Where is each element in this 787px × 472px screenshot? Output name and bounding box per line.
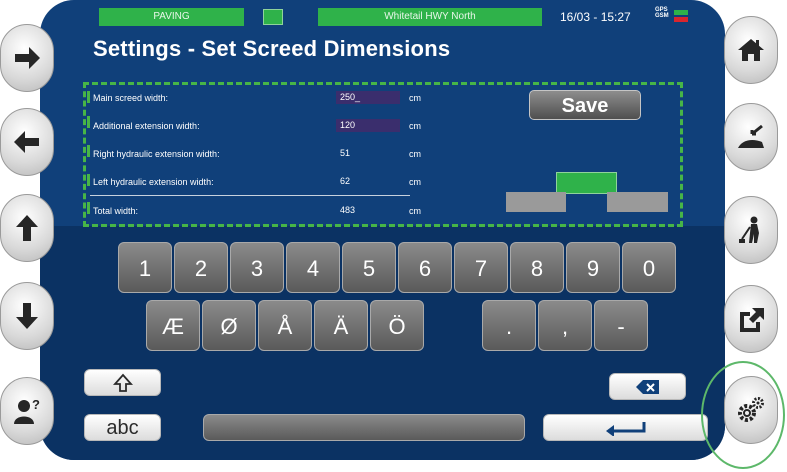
left-hydraulic-extension-label: Left hydraulic extension width: — [93, 177, 214, 187]
key-a-ring[interactable]: Å — [258, 300, 312, 351]
additional-extension-width-unit: cm — [409, 121, 421, 131]
main-screed-width-input[interactable]: 250_ — [336, 91, 400, 104]
screed-diagram — [506, 172, 668, 212]
key-a-umlaut[interactable]: Ä — [314, 300, 368, 351]
paving-button[interactable] — [724, 103, 778, 171]
save-button[interactable]: Save — [529, 90, 641, 120]
row-marker — [87, 91, 90, 103]
down-button[interactable] — [0, 282, 54, 350]
gps-gsm-label: GPS GSM — [655, 7, 669, 19]
left-hydraulic-extension-value[interactable]: 62 — [336, 175, 400, 188]
shift-icon — [112, 373, 133, 392]
key-7[interactable]: 7 — [454, 242, 508, 293]
total-separator — [90, 195, 410, 196]
main-screed-width-unit: cm — [409, 93, 421, 103]
arrow-right-icon — [15, 47, 40, 69]
space-key[interactable] — [203, 414, 525, 441]
key-9[interactable]: 9 — [566, 242, 620, 293]
arrow-left-icon — [14, 131, 39, 153]
key-4[interactable]: 4 — [286, 242, 340, 293]
key-2[interactable]: 2 — [174, 242, 228, 293]
enter-icon — [605, 422, 645, 437]
left-hydraulic-extension-unit: cm — [409, 177, 421, 187]
row-marker — [87, 116, 90, 128]
gsm-signal-indicator — [674, 17, 688, 22]
main-screed-width-label: Main screed width: — [93, 93, 169, 103]
svg-text:?: ? — [32, 397, 40, 412]
key-dash[interactable]: - — [594, 300, 648, 351]
total-width-value: 483 — [340, 205, 356, 215]
worker-button[interactable] — [724, 196, 778, 264]
row-marker — [87, 202, 90, 214]
row-marker — [87, 145, 90, 157]
key-5[interactable]: 5 — [342, 242, 396, 293]
home-button[interactable] — [724, 16, 778, 84]
backspace-key[interactable] — [609, 373, 686, 400]
connection-indicator — [263, 9, 283, 25]
export-icon — [740, 308, 764, 332]
right-extension-block — [607, 192, 668, 212]
road-name: Whitetail HWY North — [318, 8, 542, 26]
key-6[interactable]: 6 — [398, 242, 452, 293]
up-button[interactable] — [0, 194, 54, 262]
key-8[interactable]: 8 — [510, 242, 564, 293]
back-button[interactable] — [0, 108, 54, 176]
settings-highlight-circle — [701, 361, 785, 469]
additional-extension-width-label: Additional extension width: — [93, 121, 200, 131]
paving-icon — [738, 124, 764, 148]
shift-key[interactable] — [84, 369, 161, 396]
total-width-label: Total width: — [93, 206, 139, 216]
gsm-label: GSM — [655, 13, 669, 19]
key-3[interactable]: 3 — [230, 242, 284, 293]
key-comma[interactable]: , — [538, 300, 592, 351]
worker-icon — [739, 216, 759, 243]
key-ae[interactable]: Æ — [146, 300, 200, 351]
left-extension-block — [506, 192, 566, 212]
row-marker — [87, 174, 90, 186]
total-width-unit: cm — [409, 206, 421, 216]
key-o-umlaut[interactable]: Ö — [370, 300, 424, 351]
user-help-button[interactable]: ? — [0, 377, 54, 445]
mode-indicator: PAVING — [99, 8, 244, 26]
screen: PAVING Whitetail HWY North 16/03 - 15:27… — [0, 0, 787, 472]
key-o-slash[interactable]: Ø — [202, 300, 256, 351]
home-icon — [738, 39, 764, 61]
key-0[interactable]: 0 — [622, 242, 676, 293]
next-button[interactable] — [0, 24, 54, 92]
arrow-down-icon — [16, 303, 38, 329]
right-hydraulic-extension-label: Right hydraulic extension width: — [93, 149, 220, 159]
main-screed-block — [556, 172, 617, 194]
additional-extension-width-input[interactable]: 120 — [336, 119, 400, 132]
user-help-icon: ? — [14, 397, 40, 424]
arrow-up-icon — [16, 215, 38, 241]
export-button[interactable] — [724, 285, 778, 353]
datetime: 16/03 - 15:27 — [560, 10, 631, 24]
backspace-icon — [635, 380, 659, 394]
abc-key[interactable]: abc — [84, 414, 161, 441]
right-hydraulic-extension-value[interactable]: 51 — [336, 147, 400, 160]
page-title: Settings - Set Screed Dimensions — [93, 36, 451, 61]
key-1[interactable]: 1 — [118, 242, 172, 293]
gps-signal-indicator — [674, 10, 688, 15]
key-period[interactable]: . — [482, 300, 536, 351]
enter-key[interactable] — [543, 414, 708, 441]
right-hydraulic-extension-unit: cm — [409, 149, 421, 159]
